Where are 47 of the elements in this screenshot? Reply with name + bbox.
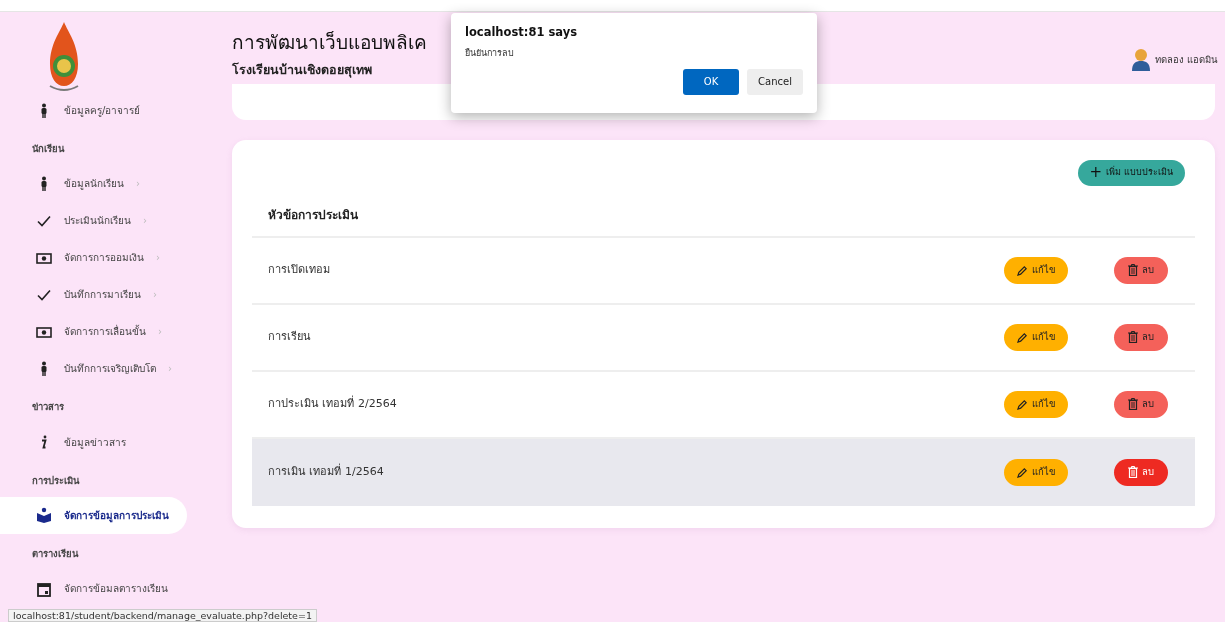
sidebar-item[interactable]: จัดการการเลื่อนขั้น › bbox=[0, 313, 187, 351]
sidebar-item[interactable]: ข้อมูลครู/อาจารย์ bbox=[0, 92, 187, 129]
table-cell-text: การเปิดเทอม bbox=[268, 261, 331, 278]
sidebar-item[interactable]: จัดการข้อมลตารางเรียน bbox=[0, 570, 187, 607]
delete-button[interactable]: ลบ bbox=[1114, 390, 1168, 418]
sidebar-item[interactable]: ประเมินนักเรียน › bbox=[0, 202, 187, 240]
delete-button[interactable]: ลบ bbox=[1114, 458, 1168, 486]
section-heading: ข่าวสาร bbox=[31, 400, 65, 415]
edit-button[interactable]: แก้ไข bbox=[1004, 256, 1068, 284]
section-heading: การประเมิน bbox=[31, 473, 81, 488]
column-header: หัวข้อการประเมิน bbox=[252, 185, 1195, 238]
ok-button[interactable]: OK bbox=[683, 68, 739, 95]
reader-icon bbox=[36, 507, 52, 524]
section-heading: ตารางเรียน bbox=[31, 546, 80, 561]
sidebar-item[interactable]: จัดการข้อมูลการประเมิน bbox=[0, 496, 187, 534]
edit-button[interactable]: แก้ไข bbox=[1004, 390, 1068, 418]
delete-button[interactable]: ลบ bbox=[1114, 256, 1168, 284]
edit-button[interactable]: แก้ไข bbox=[1004, 458, 1068, 486]
cancel-button[interactable]: Cancel bbox=[747, 68, 803, 95]
calendar-icon bbox=[36, 580, 52, 597]
trash-icon bbox=[1128, 264, 1138, 277]
trash-icon bbox=[1128, 398, 1138, 411]
table-cell-text: การเมิน เทอมที่ 1/2564 bbox=[268, 463, 385, 480]
user-name[interactable]: ทดลอง แอดมิน bbox=[1154, 52, 1217, 68]
edit-button[interactable]: แก้ไข bbox=[1004, 323, 1068, 351]
sidebar-item[interactable]: จัดการการออมเงิน › bbox=[0, 239, 187, 277]
table-cell-text: กาประเมิน เทอมที่ 2/2564 bbox=[268, 395, 398, 412]
sidebar-item[interactable]: ข้อมูลข่าวสาร bbox=[0, 423, 187, 461]
section-heading: นักเรียน bbox=[31, 142, 66, 156]
add-button[interactable]: + เพิ่ม แบบประเมิน bbox=[1077, 159, 1185, 186]
pencil-icon bbox=[1017, 466, 1028, 478]
sidebar-item[interactable]: บันทึกการมาเรียน › bbox=[0, 276, 187, 314]
dialog-title: localhost:81 says bbox=[465, 24, 578, 41]
pencil-icon bbox=[1017, 264, 1028, 276]
page-title: การพัฒนาเว็บแอบพลิเค bbox=[232, 32, 427, 53]
delete-button[interactable]: ลบ bbox=[1114, 323, 1168, 351]
trash-icon bbox=[1128, 466, 1138, 479]
sidebar-item[interactable]: ข้อมูลนักเรียน › bbox=[0, 165, 187, 203]
trash-icon bbox=[1128, 331, 1138, 344]
school-name: โรงเรียนบ้านเชิงดอยสุเทพ bbox=[232, 60, 373, 80]
pencil-icon bbox=[1017, 398, 1028, 410]
table-cell-text: การเรียน bbox=[268, 328, 312, 345]
dialog-message: ยืนยันการลบ bbox=[465, 47, 515, 61]
url-tooltip: localhost:81/student/backend/manage_evaluate.php?delete=1 bbox=[8, 609, 317, 622]
user-avatar-icon bbox=[1130, 48, 1151, 72]
pencil-icon bbox=[1017, 331, 1028, 343]
sidebar-item[interactable]: บันทึกการเจริญเติบโต › bbox=[0, 350, 187, 388]
